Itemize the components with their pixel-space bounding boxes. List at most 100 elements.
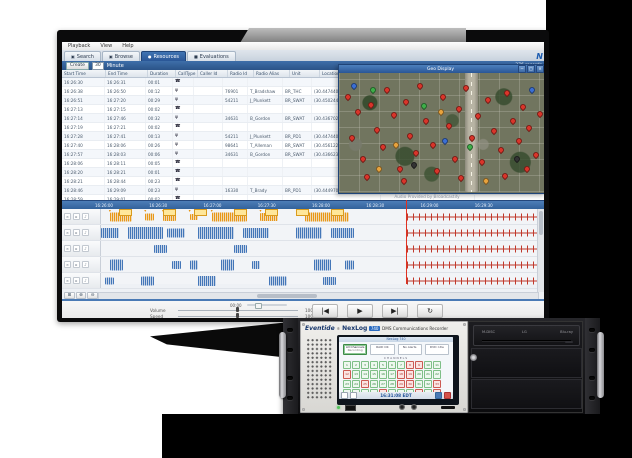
zoom-out-button[interactable]: ⊖ — [87, 292, 98, 299]
interval-value-input[interactable]: 30 — [92, 62, 104, 70]
map-pin[interactable] — [428, 141, 436, 149]
map-pin[interactable] — [350, 81, 358, 89]
channel-cell[interactable]: 33 — [433, 380, 441, 389]
waveform-segment[interactable] — [101, 228, 119, 238]
remove-track-icon[interactable]: × — [64, 277, 71, 284]
previous-button[interactable]: |◀ — [312, 304, 338, 318]
satellite-map[interactable] — [339, 73, 544, 192]
channel-cell[interactable]: 22 — [433, 370, 441, 379]
channel-cell[interactable]: 27 — [379, 380, 387, 389]
channel-cell[interactable]: 13 — [352, 370, 360, 379]
column-header-radio-id[interactable]: Radio Id — [228, 70, 254, 77]
map-pin[interactable] — [433, 167, 441, 175]
channel-cell[interactable]: 24 — [352, 380, 360, 389]
map-pin[interactable] — [439, 93, 447, 101]
waveform-segment[interactable] — [252, 261, 261, 269]
status-button[interactable]: RAID OK — [370, 344, 394, 355]
expand-track-icon[interactable]: ▸ — [73, 245, 80, 252]
map-pin[interactable] — [519, 103, 527, 111]
map-pin[interactable] — [455, 105, 463, 113]
waveform-segment[interactable] — [172, 261, 181, 269]
create-button[interactable]: Create — [66, 62, 89, 70]
map-pin[interactable] — [445, 122, 453, 130]
expand-track-icon[interactable]: ▸ — [73, 261, 80, 268]
play-button[interactable]: ▶ — [347, 304, 373, 318]
tab-search[interactable]: ▣ Search — [64, 51, 101, 61]
channel-cell[interactable]: 17 — [388, 370, 396, 379]
tab-resources[interactable]: ● Resources — [141, 51, 186, 61]
column-header-calltype[interactable]: CallType — [176, 70, 198, 77]
waveform-segment[interactable] — [331, 228, 353, 238]
waveform-segment[interactable] — [198, 276, 216, 286]
map-pin[interactable] — [367, 100, 375, 108]
map-pin[interactable] — [379, 143, 387, 151]
waveform-segment[interactable] — [269, 276, 287, 285]
vertical-scrollbar[interactable] — [537, 209, 544, 292]
map-pin[interactable] — [496, 146, 504, 154]
status-button[interactable]: DVD: Idle — [425, 344, 449, 355]
map-pin[interactable] — [373, 125, 381, 133]
map-pin[interactable] — [536, 110, 544, 118]
channel-cell[interactable]: 6 — [388, 361, 396, 370]
map-pin[interactable] — [527, 86, 535, 94]
close-icon[interactable]: × — [536, 65, 544, 73]
waveform-segment[interactable] — [323, 277, 336, 285]
map-pin[interactable] — [369, 86, 377, 94]
menu-help[interactable]: Help — [122, 43, 133, 49]
channel-cell[interactable]: 1 — [343, 361, 351, 370]
expand-track-icon[interactable]: ▸ — [73, 277, 80, 284]
map-pin[interactable] — [484, 96, 492, 104]
map-pin[interactable] — [362, 173, 370, 181]
alert-icon[interactable] — [444, 392, 451, 399]
map-pin[interactable] — [482, 176, 490, 184]
speed-slider[interactable] — [236, 313, 239, 318]
channel-cell[interactable]: 23 — [343, 380, 351, 389]
minimize-icon[interactable]: − — [518, 65, 526, 73]
next-button[interactable]: ▶| — [382, 304, 408, 318]
channel-cell[interactable]: 3 — [361, 361, 369, 370]
track-lane[interactable] — [101, 257, 544, 272]
map-pin[interactable] — [531, 150, 539, 158]
channel-cell[interactable]: 4 — [370, 361, 378, 370]
channel-cell[interactable]: 31 — [415, 380, 423, 389]
expand-track-icon[interactable]: ▸ — [73, 213, 80, 220]
list-icon[interactable] — [350, 392, 357, 399]
waveform-segment[interactable] — [296, 227, 323, 238]
waveform-segment[interactable] — [243, 228, 270, 238]
map-pin[interactable] — [500, 172, 508, 180]
track-lane[interactable]: ▾▾▾▾▾▾▾ — [101, 209, 544, 224]
map-pin[interactable] — [523, 165, 531, 173]
map-pin[interactable] — [400, 176, 408, 184]
map-pin[interactable] — [503, 88, 511, 96]
map-pin[interactable] — [525, 124, 533, 132]
channel-cell[interactable]: 10 — [424, 361, 432, 370]
channel-cell[interactable]: 7 — [397, 361, 405, 370]
waveform-segment[interactable] — [314, 259, 332, 270]
map-pin[interactable] — [412, 149, 420, 157]
map-pin[interactable] — [509, 117, 517, 125]
menu-view[interactable]: View — [100, 43, 112, 49]
waveform-segment[interactable] — [145, 213, 154, 220]
channel-cell[interactable]: 20 — [415, 370, 423, 379]
map-pin[interactable] — [402, 98, 410, 106]
waveform-segment[interactable] — [110, 259, 123, 270]
column-header-caller-id[interactable]: Caller Id — [198, 70, 228, 77]
map-pin[interactable] — [358, 155, 366, 163]
map-pin[interactable] — [389, 111, 397, 119]
status-button[interactable]: No Alerts — [398, 344, 422, 355]
channel-cell[interactable]: 26 — [370, 380, 378, 389]
map-pin[interactable] — [395, 165, 403, 173]
column-header-radio-alias[interactable]: Radio Alias — [254, 70, 290, 77]
channel-cell[interactable]: 8 — [406, 361, 414, 370]
waveform-segment[interactable] — [167, 228, 185, 237]
channel-cell[interactable]: 5 — [379, 361, 387, 370]
channel-cell[interactable]: 16 — [379, 370, 387, 379]
channel-cell[interactable]: 18 — [397, 370, 405, 379]
column-header-start-time[interactable]: Start Time — [62, 70, 106, 77]
map-pin[interactable] — [441, 137, 449, 145]
tab-evaluations[interactable]: ■ Evaluations — [187, 51, 236, 61]
map-pin[interactable] — [406, 131, 414, 139]
channel-cell[interactable]: 32 — [424, 380, 432, 389]
channel-cell[interactable]: 19 — [406, 370, 414, 379]
channel-cell[interactable]: 14 — [361, 370, 369, 379]
